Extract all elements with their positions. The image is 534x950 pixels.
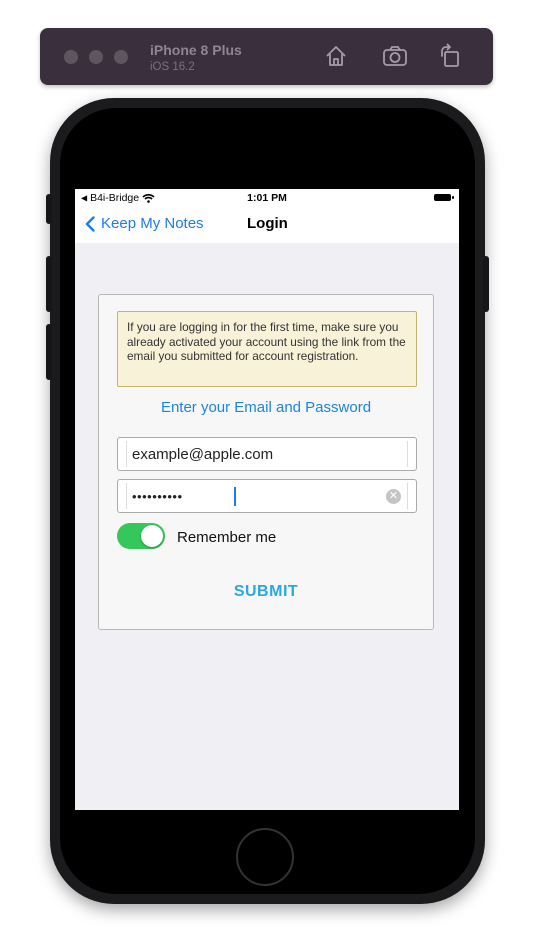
page-title: Login [247,215,288,232]
screenshot-icon[interactable] [381,42,409,70]
login-heading: Enter your Email and Password [160,399,372,416]
volume-up-button [46,256,52,312]
text-cursor [234,487,236,506]
minimize-window-button[interactable] [89,50,103,64]
os-version: iOS 16.2 [150,61,195,73]
mute-switch [46,194,52,224]
email-field[interactable] [117,437,417,471]
remember-me-label: Remember me [177,529,277,546]
home-icon[interactable] [322,42,350,70]
clear-text-icon[interactable]: ✕ [386,489,401,504]
remember-me-toggle[interactable] [117,523,165,549]
battery-icon [434,194,454,201]
email-input[interactable] [126,438,398,470]
toggle-knob [141,525,163,547]
app-screen: ◀ B4i-Bridge 1:01 PM Keep My Notes Login… [75,189,459,810]
status-bar: ◀ B4i-Bridge 1:01 PM [75,189,459,207]
simulator-title-bar: iPhone 8 Plus iOS 16.2 [40,28,493,85]
zoom-window-button[interactable] [114,50,128,64]
password-input[interactable] [126,480,398,512]
first-login-notice: If you are logging in for the first time… [117,311,417,387]
field-divider [407,483,408,509]
device-name: iPhone 8 Plus [150,42,242,58]
rotate-icon[interactable] [436,42,464,70]
login-panel: If you are logging in for the first time… [98,294,434,630]
back-button[interactable]: Keep My Notes [85,215,204,232]
navigation-bar: Keep My Notes Login [75,207,459,243]
power-button [483,256,489,312]
home-button[interactable] [236,828,294,886]
submit-button[interactable]: SUBMIT [99,583,433,601]
back-button-label: Keep My Notes [101,215,204,232]
password-field[interactable]: ✕ [117,479,417,513]
field-divider [407,441,408,467]
volume-down-button [46,324,52,380]
status-time: 1:01 PM [247,192,287,204]
chevron-left-icon [85,215,95,232]
close-window-button[interactable] [64,50,78,64]
